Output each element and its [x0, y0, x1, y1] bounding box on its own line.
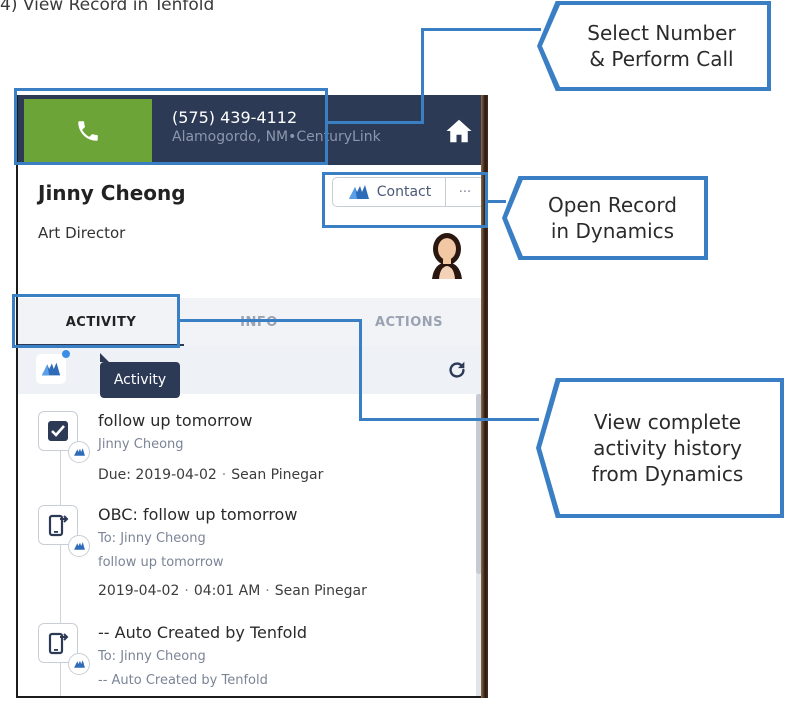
connector-call: [328, 121, 424, 124]
phone-call-icon: [48, 632, 69, 655]
activity-title[interactable]: -- Auto Created by Tenfold: [98, 623, 307, 642]
dynamics-source-icon: [68, 535, 90, 557]
activity-description: follow up tomorrow: [98, 555, 224, 570]
activity-title[interactable]: follow up tomorrow: [98, 411, 253, 430]
connector-history: [180, 319, 362, 322]
tab-info[interactable]: INFO: [184, 298, 334, 346]
dynamics-source-icon: [68, 653, 90, 675]
activity-title[interactable]: OBC: follow up tomorrow: [98, 505, 297, 524]
dynamics-logo-icon: [41, 362, 61, 376]
connector-call: [421, 28, 424, 124]
tab-actions[interactable]: ACTIONS: [334, 298, 482, 346]
connector-record: [488, 200, 506, 203]
contact-name: Jinny Cheong: [38, 181, 186, 205]
refresh-button[interactable]: [446, 359, 468, 381]
highlight-call-bar: [14, 88, 328, 165]
avatar: [426, 229, 468, 279]
activity-date: 2019-04-02: [98, 583, 180, 599]
highlight-activity-tab: [12, 294, 180, 348]
notification-dot: [62, 350, 70, 358]
dynamics-filter-button[interactable]: [36, 354, 66, 384]
refresh-icon: [449, 361, 465, 378]
activity-tooltip: Activity: [100, 353, 180, 398]
activity-meta: 2019-04-02 · 04:01 AM · Sean Pinegar: [98, 583, 367, 599]
step-title: 4) View Record in Tenfold: [0, 0, 215, 15]
activity-due-date: Due: 2019-04-02: [98, 467, 217, 483]
activity-owner: Sean Pinegar: [274, 583, 367, 599]
phone-call-icon: [48, 514, 69, 537]
highlight-contact-button: [322, 172, 488, 228]
activity-time: 04:01 AM: [193, 583, 261, 599]
activity-toolbar: Activity: [18, 346, 482, 398]
home-icon: [446, 119, 472, 143]
callout-view-history: View complete activity history from Dyna…: [541, 382, 780, 514]
checkbox-task-icon: [48, 421, 68, 441]
connector-call: [421, 28, 541, 31]
activity-owner: Sean Pinegar: [231, 467, 324, 483]
callout-open-record: Open Record in Dynamics: [507, 180, 704, 256]
dynamics-source-icon: [68, 441, 90, 463]
activity-recipient: To: Jinny Cheong: [98, 649, 206, 664]
home-button[interactable]: [444, 117, 474, 145]
activity-regarding: Jinny Cheong: [98, 437, 184, 452]
connector-history: [359, 319, 362, 421]
contact-job-title: Art Director: [38, 224, 126, 242]
activity-description: -- Auto Created by Tenfold: [98, 673, 268, 688]
connector-history: [359, 418, 539, 421]
callout-select-number: Select Number & Perform Call: [542, 5, 767, 87]
activity-meta: Due: 2019-04-02 · Sean Pinegar: [98, 467, 324, 483]
activity-recipient: To: Jinny Cheong: [98, 531, 206, 546]
